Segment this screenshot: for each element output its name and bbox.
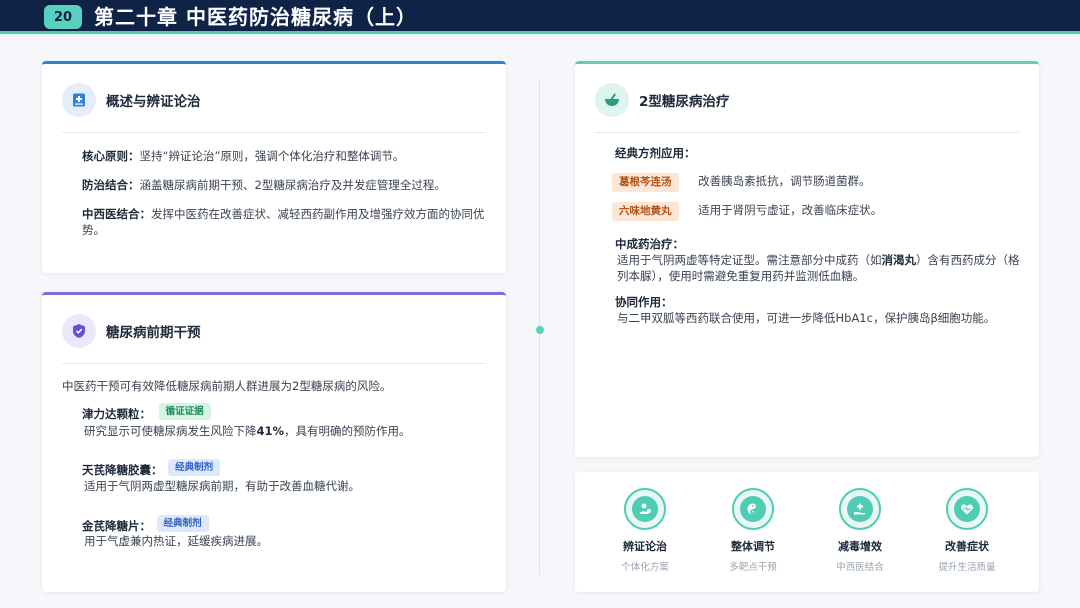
drug-jinlida: 津力达颗粒： 循证证据 [82, 403, 492, 422]
drug-name: 天芪降糖胶囊： [82, 463, 163, 477]
feature-sub: 提升生活质量 [938, 562, 996, 573]
prediabetes-title: 糖尿病前期干预 [106, 325, 201, 341]
mortar-pestle-icon [595, 83, 629, 117]
heart-pulse-icon [946, 488, 988, 530]
type2-header: 2型糖尿病治疗 [595, 82, 729, 118]
type2-card: 2型糖尿病治疗 经典方剂应用： 葛根芩连汤 改善胰岛素抵抗，调节肠道菌群。 六味… [575, 61, 1039, 457]
drug-tianqi: 天芪降糖胶囊： 经典制剂 [82, 459, 492, 478]
user-treatment-icon [624, 488, 666, 530]
prediabetes-intro: 中医药干预可有效降低糖尿病前期人群进展为2型糖尿病的风险。 [62, 379, 392, 393]
prediabetes-divider [62, 363, 486, 364]
formula-tag: 六味地黄丸 [612, 202, 679, 221]
feature-label: 减毒增效 [838, 540, 882, 553]
classic-badge: 经典制剂 [156, 515, 209, 532]
drug-tianqi-desc: 适用于气阴两虚型糖尿病前期，有助于改善血糖代谢。 [84, 479, 360, 493]
feature-symptoms: 改善症状 提升生活质量 [917, 488, 1017, 573]
hand-care-icon [839, 488, 881, 530]
yin-yang-icon [732, 488, 774, 530]
formula-gegen: 葛根芩连汤 改善胰岛素抵抗，调节肠道菌群。 [612, 173, 1022, 192]
formula-heading: 经典方剂应用： [615, 146, 696, 160]
type2-title: 2型糖尿病治疗 [639, 94, 730, 110]
drug-jinqi-desc: 用于气虚兼内热证，延缓疾病进展。 [84, 534, 268, 548]
overview-item-integration: 中西医结合：发挥中医药在改善症状、减轻西药副作用及增强疗效方面的协同优势。 [82, 207, 485, 237]
classic-badge: 经典制剂 [168, 459, 221, 476]
feature-label: 改善症状 [945, 540, 989, 553]
header-bar: 20 第二十章 中医药防治糖尿病（上） [0, 0, 1080, 34]
overview-title: 概述与辨证论治 [106, 94, 201, 110]
overview-item-prevention: 防治结合：涵盖糖尿病前期干预、2型糖尿病治疗及并发症管理全过程。 [82, 178, 446, 192]
center-dot [536, 326, 544, 334]
feature-sub: 中西医结合 [836, 562, 884, 573]
drug-name: 津力达颗粒： [82, 407, 151, 421]
synergy-heading: 协同作用： [615, 295, 673, 309]
drug-jinqi: 金芪降糖片： 经典制剂 [82, 515, 492, 534]
prediabetes-card: 糖尿病前期干预 中医药干预可有效降低糖尿病前期人群进展为2型糖尿病的风险。 津力… [42, 292, 506, 592]
chapter-number: 20 [44, 5, 82, 29]
feature-label: 辨证论治 [623, 540, 667, 553]
shield-icon [62, 314, 96, 348]
feature-sub: 多靶点干预 [729, 562, 777, 573]
type2-divider [595, 132, 1019, 133]
synergy-text: 与二甲双胍等西药联合使用，可进一步降低HbA1c，保护胰岛β细胞功能。 [617, 311, 996, 325]
feature-holistic: 整体调节 多靶点干预 [703, 488, 803, 573]
tcm-text: 适用于气阴两虚等特定证型。需注意部分中成药（如消渴丸）含有西药成分（格列本脲），… [617, 253, 1020, 283]
formula-liuwei: 六味地黄丸 适用于肾阴亏虚证，改善临床症状。 [612, 202, 1022, 221]
feature-syndrome: 辨证论治 个体化方案 [595, 488, 695, 573]
feature-label: 整体调节 [731, 540, 775, 553]
overview-item-core: 核心原则：坚持“辨证论治”原则，强调个体化治疗和整体调节。 [82, 149, 405, 163]
feature-detox: 减毒增效 中西医结合 [810, 488, 910, 573]
evidence-badge: 循证证据 [158, 403, 211, 420]
overview-header: 概述与辨证论治 [62, 82, 201, 118]
formula-tag: 葛根芩连汤 [612, 173, 679, 192]
overview-card: 概述与辨证论治 核心原则：坚持“辨证论治”原则，强调个体化治疗和整体调节。 防治… [42, 61, 506, 273]
prediabetes-header: 糖尿病前期干预 [62, 313, 201, 349]
tcm-heading: 中成药治疗： [615, 237, 684, 251]
medical-book-icon [62, 83, 96, 117]
drug-jinlida-desc: 研究显示可使糖尿病发生风险下降41%，具有明确的预防作用。 [84, 424, 411, 438]
page-title: 第二十章 中医药防治糖尿病（上） [94, 5, 417, 29]
feature-sub: 个体化方案 [621, 562, 669, 573]
drug-name: 金芪降糖片： [82, 519, 151, 533]
overview-divider [62, 132, 486, 133]
